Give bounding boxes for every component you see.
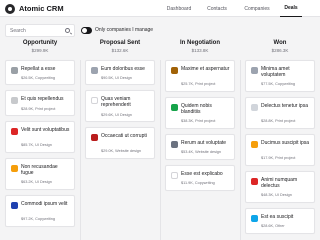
company-logo-icon [11,128,18,135]
column-title: Won [273,40,287,46]
deal-meta: $48.3K, UI Design [261,193,292,197]
column-total: $133.8K [191,48,209,53]
column-header-proposal-sent: Proposal Sent $132.6K [85,40,155,53]
deal-card[interactable]: Quas veniam reprehenderit $29.6K, UI Des… [85,90,155,122]
deal-card[interactable]: Est ea suscipit $28.6K, Other [245,208,315,234]
company-logo-icon [11,67,18,74]
deal-meta: $28.9K, Print project [21,107,56,111]
deal-card[interactable]: Commodi ipsum velit $97.2K, Copywriting [5,195,75,227]
deal-meta: $28.8K, Print project [261,119,296,123]
deal-meta: $53.4K, Website design [181,150,222,154]
deal-card[interactable]: Eum doloribus esse $90.5K, UI Design [85,60,155,85]
company-logo-icon [171,104,178,111]
company-logo-icon [11,165,18,172]
deal-card[interactable]: Occaecati ut corrupti $29.0K, Website de… [85,127,155,159]
deal-meta: $77.5K, Copywriting [261,82,295,86]
deal-card[interactable]: Repellat a esse $26.5K, Copywriting [5,60,75,85]
column-divider [160,60,161,240]
company-logo-icon [251,141,258,148]
deal-card[interactable]: Quidem nobis blanditiis $38.3K, Print pr… [165,97,235,129]
search-input[interactable]: Search [5,24,75,37]
search-placeholder: Search [10,28,26,34]
company-logo-icon [91,67,98,74]
deal-title: Delectus tenetur ipsa [261,103,308,109]
deal-title: Rerum aut voluptate [181,140,227,146]
deal-meta: $11.9K, Copywriting [181,181,215,185]
company-logo-icon [171,67,178,74]
app-title: Atomic CRM [19,4,64,13]
deal-title: Quidem nobis blanditiis [181,103,212,115]
company-logo-icon [11,97,18,104]
nav-dashboard[interactable]: Dashboard [160,0,198,17]
deal-meta: $63.2K, UI Design [21,180,52,184]
deal-title: Maxime et aspernatur [181,66,230,72]
deal-meta: $17.9K, Print project [261,156,296,160]
column-header-won: Won $286.3K [245,40,315,53]
deal-title: Et quis repellendus [21,96,64,102]
deal-meta: $38.3K, Print project [181,119,216,123]
company-logo-icon [91,134,98,141]
deal-meta: $26.5K, Copywriting [21,76,55,80]
deal-meta: $29.0K, Website design [101,149,142,153]
column-divider [80,60,81,240]
company-logo-icon [251,215,258,222]
deal-title: Est ea suscipit [261,214,294,220]
deal-title: Minima amet voluptatem [261,66,290,78]
column-total: $286.3K [271,48,289,53]
brand[interactable]: Atomic CRM [5,2,64,15]
only-my-companies-toggle[interactable] [81,27,92,34]
column-header-opportunity: Opportunity $299.9K [5,40,75,53]
nav-contacts[interactable]: Contacts [200,0,234,17]
deal-title: Velit sunt voluptatibus [21,127,70,133]
deal-meta: $97.2K, Copywriting [21,217,55,221]
deal-meta: $25.7K, Print project [181,82,216,86]
atomic-logo-icon [5,3,15,14]
column-header-in-negotiation: In Negotiation $133.8K [165,40,235,53]
deal-meta: $28.6K, Other [261,224,285,228]
company-logo-icon [251,178,258,185]
deal-card[interactable]: Esse est explicabo $11.9K, Copywriting [165,165,235,191]
deal-card[interactable]: Velit sunt voluptatibus $85.7K, UI Desig… [5,121,75,153]
deal-title: Quas veniam reprehenderit [101,96,131,108]
top-bar: Atomic CRM Dashboard Contacts Companies … [0,0,320,17]
deal-title: Non recusandae fugue [21,164,58,176]
deal-title: Occaecati ut corrupti [101,133,147,139]
deal-title: Commodi ipsum velit [21,201,68,207]
deal-title: Ducimus suscipit ipsa [261,140,310,146]
nav-deals[interactable]: Deals [280,0,302,17]
company-logo-icon [171,141,178,148]
company-logo-icon [91,97,98,104]
deal-card[interactable]: Minima amet voluptatem $77.5K, Copywriti… [245,60,315,92]
column-title: Opportunity [22,40,58,46]
column-total: $299.9K [31,48,49,53]
deal-card[interactable]: Animi numquam delectus $48.3K, UI Design [245,171,315,203]
nav-companies[interactable]: Companies [238,0,276,17]
deal-meta: $29.6K, UI Design [101,113,132,117]
filter-toolbar: Search Only companies I manage [0,22,320,38]
column-total: $132.6K [111,48,129,53]
deal-meta: $85.7K, UI Design [21,143,52,147]
company-logo-icon [171,172,178,179]
deal-card[interactable]: Maxime et aspernatur $25.7K, Print proje… [165,60,235,92]
deal-title: Animi numquam delectus [261,177,298,189]
company-logo-icon [251,104,258,111]
column-title: In Negotiation [180,40,220,46]
company-logo-icon [11,202,18,209]
deal-card[interactable]: Non recusandae fugue $63.2K, UI Design [5,158,75,190]
deal-card[interactable]: Rerum aut voluptate $53.4K, Website desi… [165,134,235,160]
column-divider [240,60,241,240]
deal-card[interactable]: Et quis repellendus $28.9K, Print projec… [5,90,75,116]
search-icon [65,28,70,33]
company-logo-icon [251,67,258,74]
deal-title: Repellat a esse [21,66,56,72]
deal-card[interactable]: Ducimus suscipit ipsa $17.9K, Print proj… [245,134,315,166]
deal-card[interactable]: Delectus tenetur ipsa $28.8K, Print proj… [245,97,315,129]
toggle-label: Only companies I manage [95,27,154,33]
column-title: Proposal Sent [99,40,141,46]
deal-title: Esse est explicabo [181,171,223,177]
deal-title: Eum doloribus esse [101,66,145,72]
deal-meta: $90.5K, UI Design [101,76,132,80]
